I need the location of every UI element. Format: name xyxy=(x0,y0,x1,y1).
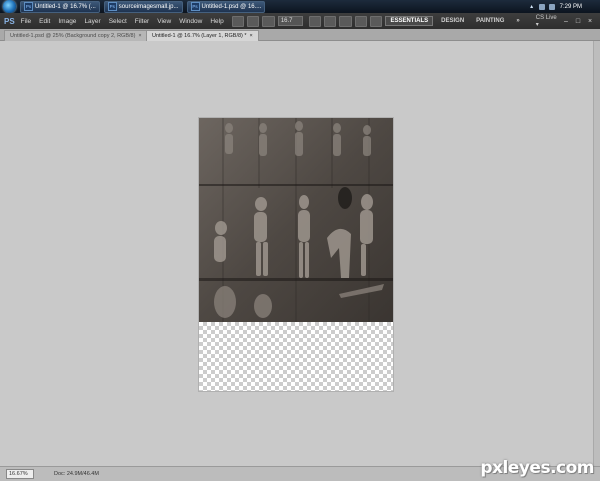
document-tabs: Untitled-1.psd @ 25% (Background copy 2,… xyxy=(0,29,600,41)
rotate-view-button[interactable] xyxy=(339,15,352,27)
clock[interactable]: 7:29 PM xyxy=(560,4,582,10)
tab-label: Untitled-1.psd @ 25% (Background copy 2,… xyxy=(10,33,136,39)
windows-taskbar: Ps Untitled-1 @ 16.7% (... Ps sourceimag… xyxy=(0,0,600,13)
maximize-button[interactable]: □ xyxy=(572,17,584,26)
window-controls: – □ × xyxy=(560,17,596,26)
workspace-painting[interactable]: PAINTING xyxy=(472,17,508,25)
photoshop-logo: PS xyxy=(4,16,15,26)
carved-relief-image xyxy=(199,118,393,322)
tray-expand-icon[interactable]: ▴ xyxy=(527,3,537,10)
bridge-button[interactable] xyxy=(231,15,245,27)
network-icon[interactable] xyxy=(538,3,545,10)
cs-live-button[interactable]: CS Live ▾ xyxy=(536,15,560,28)
menu-window[interactable]: Window xyxy=(179,18,202,25)
workspace-more-button[interactable]: » xyxy=(512,17,523,25)
tab-label: Untitled-1 @ 16.7% (Layer 1, RGB/8) * xyxy=(152,33,247,39)
hand-tool-button[interactable] xyxy=(308,15,321,27)
photoshop-icon: Ps xyxy=(107,2,117,11)
menu-layer[interactable]: Layer xyxy=(84,18,100,25)
view-extras-button[interactable] xyxy=(262,15,275,27)
document-size[interactable]: Doc: 24.9M/46.4M xyxy=(54,471,99,477)
menu-filter[interactable]: Filter xyxy=(135,18,149,25)
zoom-tool-button[interactable] xyxy=(323,15,337,27)
menu-select[interactable]: Select xyxy=(109,18,127,25)
close-icon[interactable]: × xyxy=(250,33,253,39)
close-button[interactable]: × xyxy=(584,17,596,26)
task-label: sourceimagesmall.jp... xyxy=(118,3,179,10)
menu-file[interactable]: File xyxy=(21,18,31,25)
workspace-essentials[interactable]: ESSENTIALS xyxy=(385,16,434,26)
minibridge-button[interactable] xyxy=(247,15,260,27)
zoom-level-field[interactable]: 16.7 xyxy=(277,16,303,26)
start-button[interactable] xyxy=(3,0,16,13)
application-bar: PS File Edit Image Layer Select Filter V… xyxy=(0,13,600,29)
taskbar-task-1[interactable]: Ps Untitled-1 @ 16.7% (... xyxy=(20,0,100,13)
tab-untitled-background-copy[interactable]: Untitled-1.psd @ 25% (Background copy 2,… xyxy=(4,30,148,41)
document-canvas[interactable] xyxy=(199,118,393,391)
photoshop-icon: Ps xyxy=(24,2,33,11)
minimize-button[interactable]: – xyxy=(560,17,572,26)
task-label: Untitled-1 @ 16.7% (... xyxy=(35,3,96,10)
close-icon[interactable]: × xyxy=(138,33,141,39)
transparent-area xyxy=(199,322,393,391)
task-label: Untitled-1.psd @ 16.... xyxy=(201,3,262,10)
volume-icon[interactable] xyxy=(548,3,555,10)
vertical-scrollbar[interactable] xyxy=(593,41,600,466)
watermark: pxleyes.com xyxy=(480,458,594,478)
tab-untitled-layer-1[interactable]: Untitled-1 @ 16.7% (Layer 1, RGB/8) * × xyxy=(146,30,259,41)
menu-image[interactable]: Image xyxy=(58,18,76,25)
menu-edit[interactable]: Edit xyxy=(39,18,50,25)
taskbar-task-2[interactable]: Ps sourceimagesmall.jp... xyxy=(103,0,183,13)
screen-mode-button[interactable] xyxy=(370,15,383,27)
workspace-design[interactable]: DESIGN xyxy=(437,17,468,25)
menu-help[interactable]: Help xyxy=(210,18,223,25)
taskbar-task-3[interactable]: Ps Untitled-1.psd @ 16.... xyxy=(186,0,266,13)
system-tray: ▴ 7:29 PM xyxy=(527,0,600,13)
zoom-readout[interactable]: 16.67% xyxy=(6,469,34,479)
arrange-documents-button[interactable] xyxy=(354,15,368,27)
photoshop-icon: Ps xyxy=(190,2,200,11)
menu-view[interactable]: View xyxy=(157,18,171,25)
